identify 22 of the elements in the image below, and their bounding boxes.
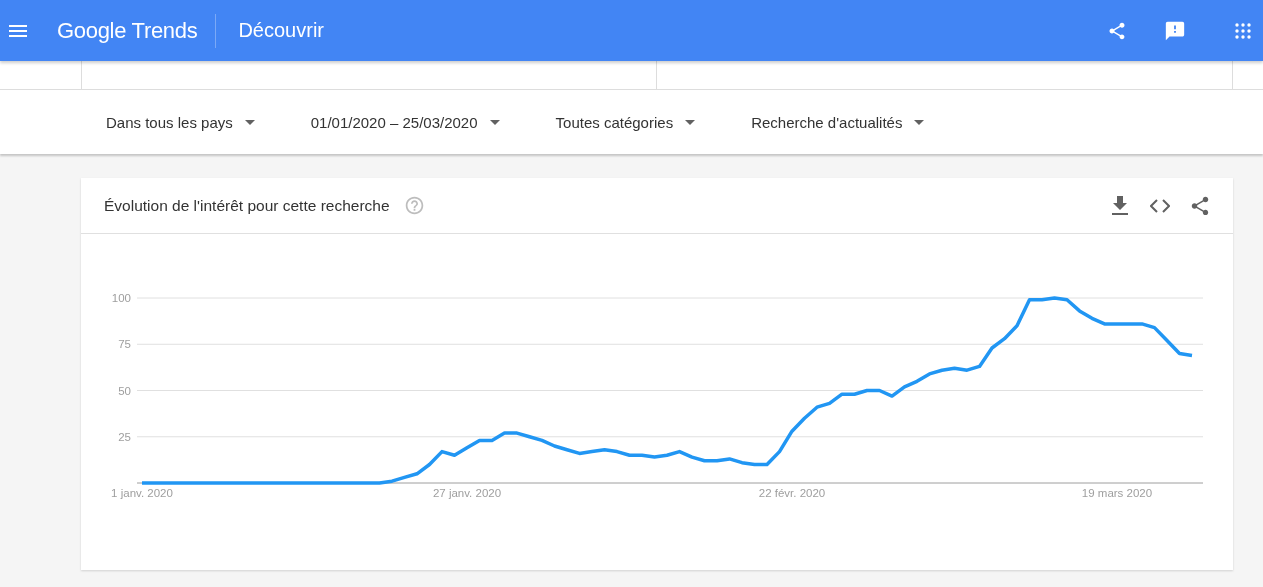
help-icon[interactable] — [403, 195, 425, 216]
filter-dropdown[interactable]: Recherche d'actualités — [741, 105, 935, 139]
filter-dropdown[interactable]: Toutes catégories — [545, 105, 706, 139]
axis-label: 100 — [111, 292, 131, 304]
axis-label: 75 — [118, 338, 131, 351]
caret-icon — [914, 119, 925, 125]
logo[interactable]: Google Trends — [57, 17, 198, 44]
axis-label: 22 févr. 2020 — [758, 487, 826, 499]
axis-label: 50 — [118, 384, 131, 397]
page-title: Découvrir — [238, 19, 324, 42]
axis-label: 27 janv. 2020 — [432, 487, 502, 499]
caret-icon — [489, 119, 500, 125]
apps-icon[interactable] — [1234, 21, 1252, 40]
feedback-icon[interactable] — [1164, 19, 1186, 42]
axis-label: 25 — [118, 430, 131, 443]
caret-icon — [685, 119, 696, 125]
filter-dropdown[interactable]: Dans tous les pays — [96, 105, 265, 139]
caret-icon — [244, 119, 255, 125]
axis-label: 1 janv. 2020 — [111, 487, 173, 499]
filter-dropdown[interactable]: 01/01/2020 – 25/03/2020 — [300, 105, 510, 139]
card-title: Évolution de l'intérêt pour cette recherche — [104, 196, 390, 215]
axis-label: 19 mars 2020 — [1081, 487, 1153, 499]
